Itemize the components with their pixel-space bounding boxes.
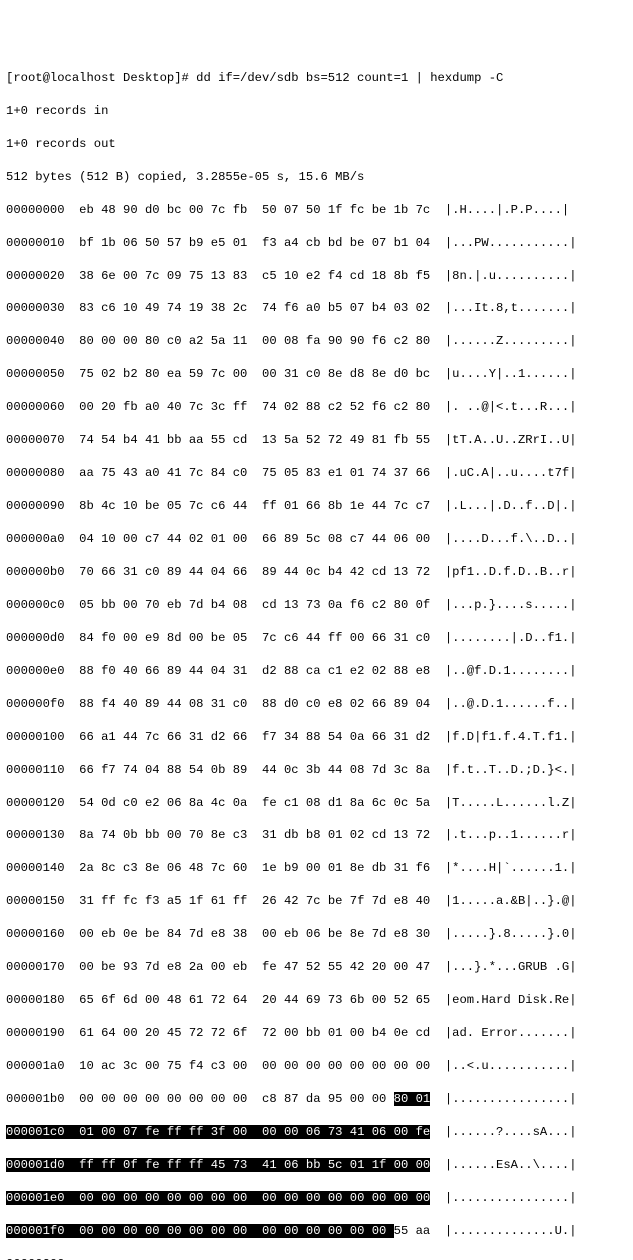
- end-offset: 00000200: [6, 1256, 627, 1260]
- hex-row: 00000090 8b 4c 10 be 05 7c c6 44 ff 01 6…: [6, 498, 627, 514]
- hex-row: 000001a0 10 ac 3c 00 75 f4 c3 00 00 00 0…: [6, 1058, 627, 1074]
- hex-row: 000001f0 00 00 00 00 00 00 00 00 00 00 0…: [6, 1223, 627, 1239]
- hex-row: 00000190 61 64 00 20 45 72 72 6f 72 00 b…: [6, 1025, 627, 1041]
- hex-row: 000001e0 00 00 00 00 00 00 00 00 00 00 0…: [6, 1190, 627, 1206]
- hex-row: 00000040 80 00 00 80 c0 a2 5a 11 00 08 f…: [6, 333, 627, 349]
- hex-row: 00000030 83 c6 10 49 74 19 38 2c 74 f6 a…: [6, 300, 627, 316]
- hex-row: 00000140 2a 8c c3 8e 06 48 7c 60 1e b9 0…: [6, 860, 627, 876]
- hex-row: 00000070 74 54 b4 41 bb aa 55 cd 13 5a 5…: [6, 432, 627, 448]
- hex-row: 00000100 66 a1 44 7c 66 31 d2 66 f7 34 8…: [6, 729, 627, 745]
- hex-row: 000000f0 88 f4 40 89 44 08 31 c0 88 d0 c…: [6, 696, 627, 712]
- hex-row: 00000120 54 0d c0 e2 06 8a 4c 0a fe c1 0…: [6, 795, 627, 811]
- hex-row: 00000010 bf 1b 06 50 57 b9 e5 01 f3 a4 c…: [6, 235, 627, 251]
- hex-row: 000001b0 00 00 00 00 00 00 00 00 c8 87 d…: [6, 1091, 627, 1107]
- hex-row: 000001c0 01 00 07 fe ff ff 3f 00 00 00 0…: [6, 1124, 627, 1140]
- hex-row: 00000150 31 ff fc f3 a5 1f 61 ff 26 42 7…: [6, 893, 627, 909]
- hex-row: 000000c0 05 bb 00 70 eb 7d b4 08 cd 13 7…: [6, 597, 627, 613]
- partition-table-highlight: 000001c0 01 00 07 fe ff ff 3f 00 00 00 0…: [6, 1125, 430, 1139]
- hex-row: 000001d0 ff ff 0f fe ff ff 45 73 41 06 b…: [6, 1157, 627, 1173]
- command-prompt: [root@localhost Desktop]# dd if=/dev/sdb…: [6, 70, 627, 86]
- partition-table-highlight: 80 01: [394, 1092, 431, 1106]
- hex-row: 00000050 75 02 b2 80 ea 59 7c 00 00 31 c…: [6, 366, 627, 382]
- hex-row: 00000180 65 6f 6d 00 48 61 72 64 20 44 6…: [6, 992, 627, 1008]
- hex-row: 00000080 aa 75 43 a0 41 7c 84 c0 75 05 8…: [6, 465, 627, 481]
- partition-table-highlight: 000001f0 00 00 00 00 00 00 00 00 00 00 0…: [6, 1224, 394, 1238]
- hex-row: 00000170 00 be 93 7d e8 2a 00 eb fe 47 5…: [6, 959, 627, 975]
- records-out: 1+0 records out: [6, 136, 627, 152]
- partition-table-highlight: 000001d0 ff ff 0f fe ff ff 45 73 41 06 b…: [6, 1158, 430, 1172]
- hex-row: 00000110 66 f7 74 04 88 54 0b 89 44 0c 3…: [6, 762, 627, 778]
- copy-summary: 512 bytes (512 B) copied, 3.2855e-05 s, …: [6, 169, 627, 185]
- hex-row: 00000000 eb 48 90 d0 bc 00 7c fb 50 07 5…: [6, 202, 627, 218]
- hex-row: 000000b0 70 66 31 c0 89 44 04 66 89 44 0…: [6, 564, 627, 580]
- hex-row: 000000a0 04 10 00 c7 44 02 01 00 66 89 5…: [6, 531, 627, 547]
- partition-table-highlight: 000001e0 00 00 00 00 00 00 00 00 00 00 0…: [6, 1191, 430, 1205]
- hex-row: 000000e0 88 f0 40 66 89 44 04 31 d2 88 c…: [6, 663, 627, 679]
- hex-row: 00000130 8a 74 0b bb 00 70 8e c3 31 db b…: [6, 827, 627, 843]
- hex-row: 00000160 00 eb 0e be 84 7d e8 38 00 eb 0…: [6, 926, 627, 942]
- hex-row: 00000020 38 6e 00 7c 09 75 13 83 c5 10 e…: [6, 268, 627, 284]
- records-in: 1+0 records in: [6, 103, 627, 119]
- hex-row: 000000d0 84 f0 00 e9 8d 00 be 05 7c c6 4…: [6, 630, 627, 646]
- hex-row: 00000060 00 20 fb a0 40 7c 3c ff 74 02 8…: [6, 399, 627, 415]
